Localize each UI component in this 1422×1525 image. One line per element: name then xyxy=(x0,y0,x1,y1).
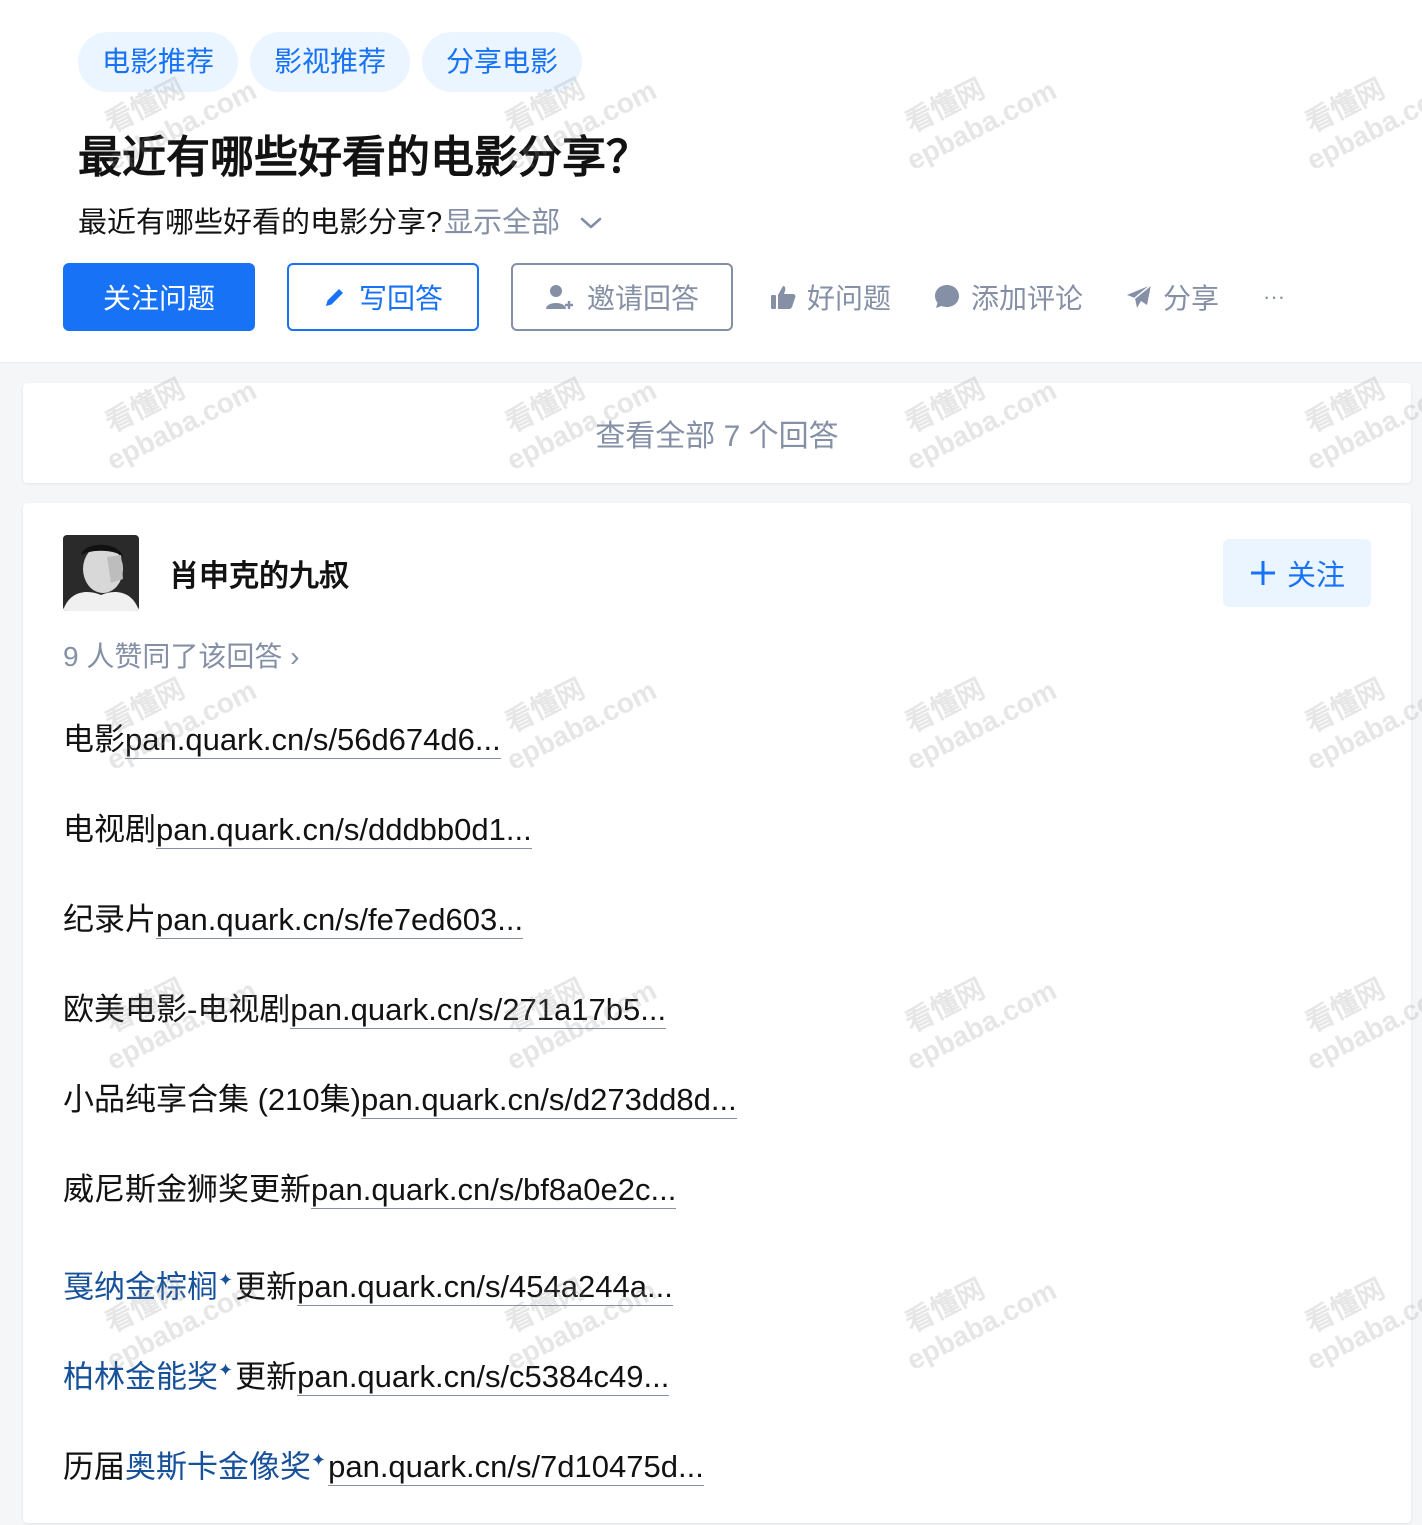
item-label: 纪录片 xyxy=(63,902,156,937)
comment-icon xyxy=(933,283,961,311)
question-actions: 关注问题 写回答 邀请回答 好问题 添加评论 分享 ··· xyxy=(63,263,1285,331)
list-item: 小品纯享合集 (210集)pan.quark.cn/s/d273dd8d... xyxy=(63,1075,737,1165)
share-link[interactable]: pan.quark.cn/s/dddbb0d1... xyxy=(156,812,532,849)
add-comment-label: 添加评论 xyxy=(971,283,1084,314)
share-link[interactable]: pan.quark.cn/s/271a17b5... xyxy=(290,992,667,1029)
item-label: 更新 xyxy=(235,1359,298,1395)
plus-icon xyxy=(1249,559,1277,587)
topic-tag[interactable]: 电影推荐 xyxy=(78,32,239,92)
list-item: 电影pan.quark.cn/s/56d674d6... xyxy=(63,715,737,805)
item-label: 小品纯享合集 (210集) xyxy=(63,1082,361,1117)
more-button[interactable]: ··· xyxy=(1263,284,1285,310)
keyword-link[interactable]: 戛纳金棕榈 xyxy=(63,1269,218,1304)
invite-answer-button[interactable]: 邀请回答 xyxy=(511,263,733,331)
share-link[interactable]: pan.quark.cn/s/bf8a0e2c... xyxy=(311,1172,677,1209)
item-label: 更新 xyxy=(235,1269,298,1305)
view-all-answers[interactable]: 查看全部 7 个回答 xyxy=(23,383,1411,483)
item-label: 威尼斯金狮奖更新 xyxy=(63,1172,311,1207)
topic-tag[interactable]: 影视推荐 xyxy=(250,32,411,92)
item-label: 电视剧 xyxy=(63,812,156,847)
share-link[interactable]: pan.quark.cn/s/56d674d6... xyxy=(125,722,501,759)
list-item: 欧美电影-电视剧pan.quark.cn/s/271a17b5... xyxy=(63,985,737,1075)
item-label: 电影 xyxy=(63,722,125,757)
list-item: 威尼斯金狮奖更新pan.quark.cn/s/bf8a0e2c... xyxy=(63,1165,737,1255)
write-answer-label: 写回答 xyxy=(358,283,443,314)
question-title: 最近有哪些好看的电影分享？ xyxy=(78,133,650,182)
question-detail: 最近有哪些好看的电影分享? 显示全部 xyxy=(78,198,604,248)
sparkle-icon: ✦ xyxy=(218,1270,234,1290)
sparkle-icon: ✦ xyxy=(311,1450,327,1470)
share-button[interactable]: 分享 xyxy=(1125,277,1219,317)
question-header: 电影推荐 影视推荐 分享电影 最近有哪些好看的电影分享？ 最近有哪些好看的电影分… xyxy=(0,0,1422,363)
share-link[interactable]: pan.quark.cn/s/d273dd8d... xyxy=(360,1082,737,1119)
list-item: 电视剧pan.quark.cn/s/dddbb0d1... xyxy=(63,805,737,895)
answer-content: 电影pan.quark.cn/s/56d674d6... 电视剧pan.quar… xyxy=(63,715,737,1525)
vote-count[interactable]: 9 人赞同了该回答 › xyxy=(63,635,299,675)
follow-author-button[interactable]: 关注 xyxy=(1223,539,1371,607)
show-all-link[interactable]: 显示全部 xyxy=(444,198,560,248)
question-detail-text: 最近有哪些好看的电影分享? xyxy=(78,207,443,239)
share-link[interactable]: pan.quark.cn/s/fe7ed603... xyxy=(156,902,524,939)
keyword-link[interactable]: 奥斯卡金像奖 xyxy=(125,1449,311,1484)
write-answer-button[interactable]: 写回答 xyxy=(287,263,479,331)
chevron-down-icon[interactable] xyxy=(578,210,604,236)
item-label: 欧美电影-电视剧 xyxy=(63,992,291,1027)
good-question-label: 好问题 xyxy=(807,283,892,314)
item-label: 历届 xyxy=(63,1449,125,1485)
pencil-icon xyxy=(323,285,347,309)
topic-tags: 电影推荐 影视推荐 分享电影 xyxy=(78,32,583,92)
share-link[interactable]: pan.quark.cn/s/7d10475d... xyxy=(328,1449,704,1487)
add-comment-button[interactable]: 添加评论 xyxy=(933,277,1083,317)
answer-card: 肖申克的九叔 关注 9 人赞同了该回答 › 电影pan.quark.cn/s/5… xyxy=(23,503,1411,1523)
share-link[interactable]: pan.quark.cn/s/454a244a... xyxy=(297,1269,673,1307)
invite-user-icon xyxy=(545,283,575,311)
paper-plane-icon xyxy=(1125,283,1153,311)
list-item: 纪录片pan.quark.cn/s/fe7ed603... xyxy=(63,895,737,985)
thumbs-up-icon xyxy=(769,283,797,311)
author-name[interactable]: 肖申克的九叔 xyxy=(169,551,349,595)
invite-answer-label: 邀请回答 xyxy=(586,283,699,314)
share-label: 分享 xyxy=(1163,283,1220,314)
good-question-button[interactable]: 好问题 xyxy=(769,277,891,317)
list-item: 柏林金能奖✦更新pan.quark.cn/s/c5384c49... xyxy=(63,1345,737,1435)
share-link[interactable]: pan.quark.cn/s/c5384c49... xyxy=(297,1359,670,1397)
follow-author-label: 关注 xyxy=(1286,560,1345,592)
sparkle-icon: ✦ xyxy=(218,1360,234,1380)
follow-question-button[interactable]: 关注问题 xyxy=(63,263,255,331)
topic-tag[interactable]: 分享电影 xyxy=(422,32,583,92)
keyword-link[interactable]: 柏林金能奖 xyxy=(63,1359,218,1394)
avatar[interactable] xyxy=(63,535,139,611)
list-item: 戛纳金棕榈✦更新pan.quark.cn/s/454a244a... xyxy=(63,1255,737,1345)
